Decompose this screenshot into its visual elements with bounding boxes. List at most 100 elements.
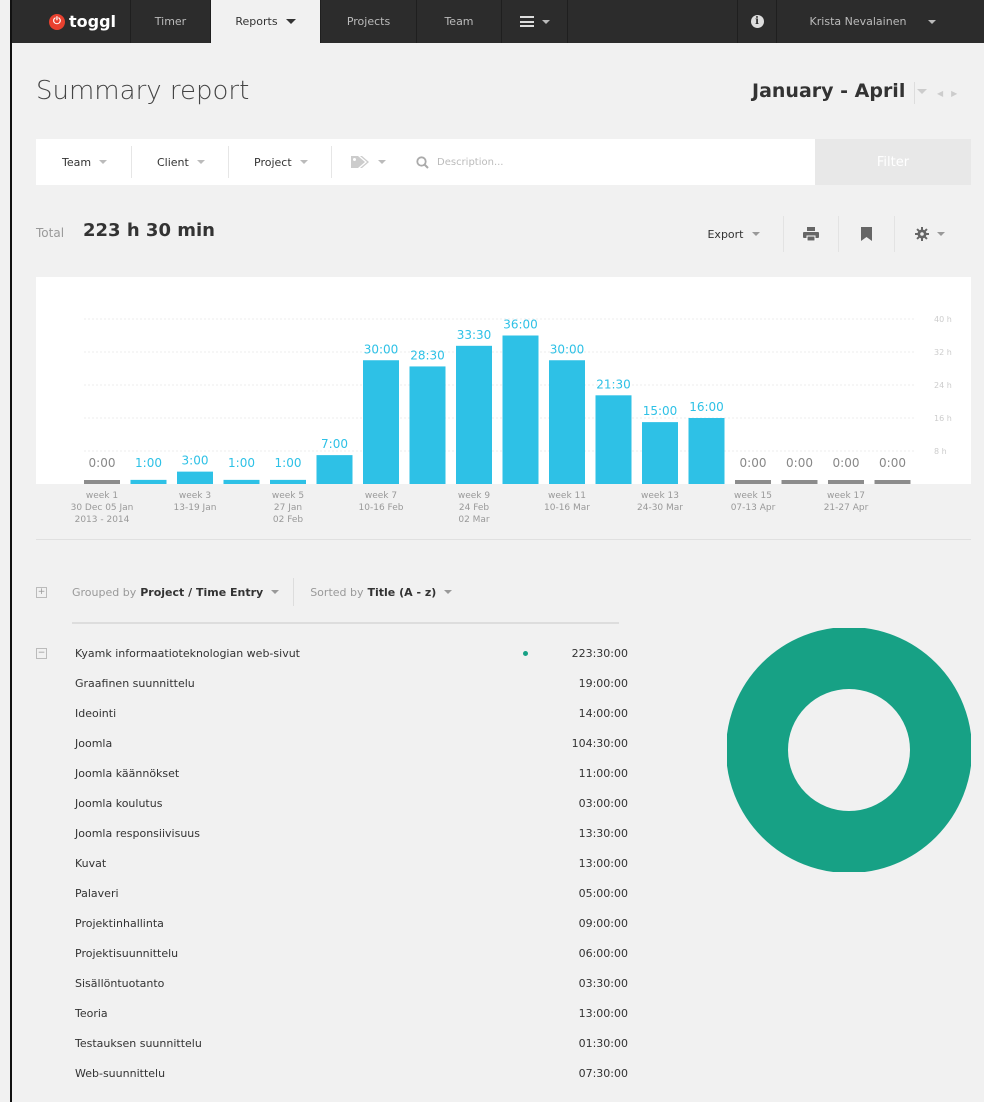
grouped-by-prefix: Grouped by (72, 585, 137, 599)
client-filter[interactable]: Client (132, 146, 229, 178)
chart-bar[interactable] (502, 335, 539, 485)
filter-button[interactable]: Filter (815, 139, 971, 185)
weekly-bar-chart: 8 h 16 h 24 h 32 h 40 h 0:00 1:00 3:00 1:00 1:00 7… (36, 277, 971, 484)
time-entry-row[interactable]: Teoria 13:00:00 (75, 998, 628, 1028)
entry-title: Projektisuunnittelu (75, 946, 179, 960)
chart-bar[interactable] (781, 480, 818, 484)
nav-more-menu[interactable] (501, 0, 567, 43)
x-axis-label-line: week 1 (85, 491, 119, 501)
nav-info[interactable]: i (738, 0, 776, 43)
chevron-down-icon (271, 590, 280, 594)
total-label: Total (36, 226, 65, 240)
report-toolbar: Export (684, 216, 965, 252)
chart-bar[interactable] (177, 471, 213, 484)
bar-value-label: 16:00 (689, 400, 724, 414)
x-axis-label-line: 2013 - 2014 (74, 515, 130, 525)
project-donut-chart (727, 628, 971, 872)
donut-segment-project (727, 628, 971, 872)
time-entry-row[interactable]: Projektisuunnittelu 06:00:00 (75, 938, 628, 968)
print-button[interactable] (784, 216, 839, 252)
info-icon: i (750, 15, 764, 28)
collapse-icon[interactable]: − (36, 647, 47, 659)
total-value: 223 h 30 min (83, 220, 215, 241)
app-frame: ⏻ toggl Timer Reports Projects Team i Kr… (10, 0, 984, 1102)
project-group-row[interactable]: − Kyamk informaatioteknologian web-sivut… (36, 640, 628, 666)
bar-value-label: 30:00 (364, 342, 399, 356)
date-range-picker[interactable]: January - April (752, 80, 928, 102)
x-axis-label-line: 27 Jan (273, 503, 303, 513)
y-tick-label: 24 h (934, 381, 952, 390)
entry-duration: 01:30:00 (578, 1036, 628, 1050)
team-filter[interactable]: Team (36, 146, 132, 178)
time-entry-row[interactable]: Joomla responsiivisuus 13:30:00 (75, 818, 628, 848)
y-tick-label: 16 h (934, 414, 952, 423)
chevron-down-icon (541, 19, 550, 24)
entry-duration: 19:00:00 (578, 676, 628, 690)
chart-bar[interactable] (130, 479, 167, 484)
tag-filter[interactable] (332, 146, 400, 178)
filter-bar: Team Client Project Description... Filte… (36, 139, 971, 185)
chart-bar[interactable] (84, 480, 120, 484)
chart-bar[interactable] (642, 422, 678, 484)
toggl-logo[interactable]: ⏻ toggl (12, 0, 130, 43)
time-entry-row[interactable]: Joomla 104:30:00 (75, 728, 628, 758)
chart-bar[interactable] (874, 480, 911, 484)
x-axis-label-line: 13-19 Jan (173, 503, 217, 513)
x-axis-label-line: week 13 (641, 491, 679, 501)
sorted-by-dropdown[interactable]: Sorted by Title (A - z) (310, 586, 436, 599)
description-search[interactable]: Description... (400, 155, 815, 169)
chart-bar[interactable] (363, 360, 399, 484)
entry-duration: 07:30:00 (578, 1066, 628, 1080)
time-entry-row[interactable]: Joomla koulutus 03:00:00 (75, 788, 628, 818)
bar-value-label: 7:00 (321, 437, 348, 451)
x-axis-label-line: 10-16 Mar (544, 503, 590, 513)
export-dropdown[interactable]: Export (684, 216, 784, 252)
time-entry-row[interactable]: Projektinhallinta 09:00:00 (75, 908, 628, 938)
chart-bar[interactable] (223, 479, 260, 484)
y-tick-label: 8 h (934, 447, 947, 456)
x-axis-label-line: 24 Feb (458, 503, 490, 513)
chart-bar[interactable] (409, 366, 446, 484)
grouped-by-dropdown[interactable]: Grouped by Project / Time Entry (72, 586, 263, 599)
project-filter[interactable]: Project (229, 146, 332, 178)
x-axis-week-label: week 5 27 Jan 02 Feb (248, 490, 328, 526)
chart-bar[interactable] (549, 360, 585, 484)
chart-bar[interactable] (688, 418, 725, 484)
chart-bar[interactable] (828, 480, 864, 484)
time-entry-row[interactable]: Ideointi 14:00:00 (75, 698, 628, 728)
prev-arrow-icon[interactable]: ◀ (937, 89, 951, 98)
entry-title: Testauksen suunnittelu (75, 1036, 202, 1050)
entry-duration: 03:00:00 (578, 796, 628, 810)
entry-duration: 13:00:00 (578, 856, 628, 870)
time-entry-row[interactable]: Sisällöntuotanto 03:30:00 (75, 968, 628, 998)
bookmark-button[interactable] (839, 216, 895, 252)
search-icon (416, 155, 429, 169)
tag-icon (351, 156, 369, 168)
chart-bar[interactable] (316, 455, 353, 484)
nav-timer[interactable]: Timer (130, 0, 210, 43)
project-filter-label: Project (254, 155, 292, 169)
chart-bar[interactable] (270, 479, 306, 484)
next-arrow-icon[interactable]: ▶ (951, 89, 965, 98)
bar-value-label: 33:30 (457, 328, 492, 342)
chart-bar[interactable] (456, 345, 492, 484)
time-entry-row[interactable]: Web-suunnittelu 07:30:00 (75, 1058, 628, 1088)
time-entry-row[interactable]: Joomla käännökset 11:00:00 (75, 758, 628, 788)
nav-user-menu[interactable]: Krista Nevalainen (776, 0, 969, 43)
entry-title: Ideointi (75, 706, 117, 720)
nav-reports[interactable]: Reports (210, 0, 320, 43)
time-entry-row[interactable]: Kuvat 13:00:00 (75, 848, 628, 878)
bar-value-label: 0:00 (740, 456, 767, 470)
time-entry-row[interactable]: Testauksen suunnittelu 01:30:00 (75, 1028, 628, 1058)
time-entry-row[interactable]: Palaveri 05:00:00 (75, 878, 628, 908)
settings-dropdown[interactable] (895, 216, 965, 252)
expand-all-icon[interactable]: + (36, 586, 47, 598)
project-color-dot (523, 650, 528, 656)
chart-bar[interactable] (595, 395, 632, 484)
nav-projects[interactable]: Projects (320, 0, 416, 43)
time-entry-row[interactable]: Graafinen suunnittelu 19:00:00 (75, 668, 628, 698)
entry-duration: 06:00:00 (578, 946, 628, 960)
entry-duration: 05:00:00 (578, 886, 628, 900)
nav-team[interactable]: Team (416, 0, 501, 43)
chart-bar[interactable] (735, 480, 771, 484)
